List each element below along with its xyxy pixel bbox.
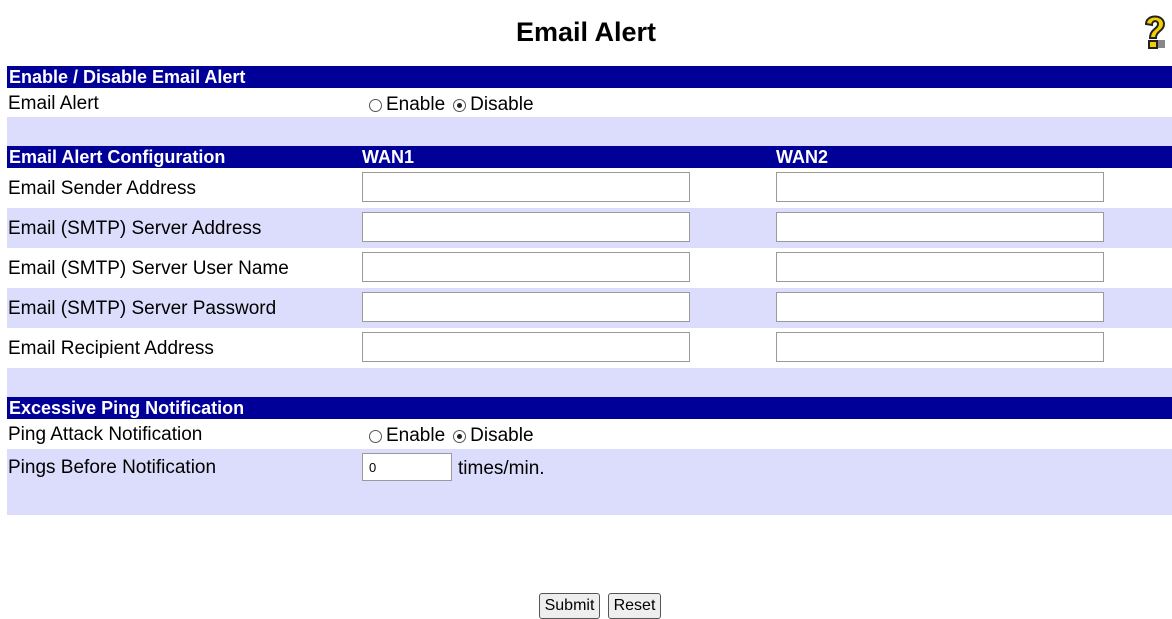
- ping-section-title: Excessive Ping Notification: [9, 398, 245, 418]
- email-alert-label: Email Alert: [8, 93, 99, 114]
- page-title: Email Alert: [515, 17, 657, 47]
- recipient-address-wan2-input[interactable]: [776, 332, 1104, 362]
- ping-attack-enable-radio[interactable]: [369, 429, 382, 443]
- config-row: Email Recipient Address: [7, 328, 1172, 368]
- enable-section-title: Enable / Disable Email Alert: [9, 67, 246, 87]
- config-row-label: Email (SMTP) Server User Name: [8, 258, 289, 279]
- config-section-title: Email Alert Configuration: [9, 147, 226, 167]
- config-row: Email (SMTP) Server Password: [7, 288, 1172, 328]
- help-icon[interactable]: [1138, 12, 1170, 56]
- submit-button[interactable]: Submit: [539, 593, 600, 619]
- ping-section-header: Excessive Ping Notification: [7, 397, 1172, 419]
- ping-attack-radio-group: Enable Disable: [369, 425, 542, 447]
- smtp-server-wan1-input[interactable]: [362, 212, 690, 242]
- sender-address-wan2-input[interactable]: [776, 172, 1104, 202]
- config-section-header: Email Alert Configuration WAN1 WAN2: [7, 146, 1172, 168]
- pings-unit-label: times/min.: [458, 458, 545, 479]
- config-row: Email (SMTP) Server User Name: [7, 248, 1172, 288]
- sender-address-wan1-input[interactable]: [362, 172, 690, 202]
- ping-attack-disable-label[interactable]: Disable: [470, 425, 533, 447]
- config-row-label: Email (SMTP) Server Address: [8, 218, 262, 239]
- email-alert-form: Enable / Disable Email Alert Email Alert…: [7, 66, 1172, 515]
- smtp-server-wan2-input[interactable]: [776, 212, 1104, 242]
- section-spacer: [7, 485, 1172, 515]
- enable-section-header: Enable / Disable Email Alert: [7, 66, 1172, 88]
- recipient-address-wan1-input[interactable]: [362, 332, 690, 362]
- smtp-password-wan2-input[interactable]: [776, 292, 1104, 322]
- email-alert-enable-label[interactable]: Enable: [386, 94, 445, 116]
- smtp-username-wan2-input[interactable]: [776, 252, 1104, 282]
- ping-attack-disable-radio[interactable]: [453, 429, 467, 443]
- pings-before-row: Pings Before Notification times/min.: [7, 449, 1172, 485]
- ping-attack-label: Ping Attack Notification: [8, 424, 203, 445]
- section-spacer: [7, 117, 1172, 146]
- wan1-column-header: WAN1: [362, 147, 415, 167]
- config-row-label: Email (SMTP) Server Password: [8, 298, 277, 319]
- email-alert-disable-label[interactable]: Disable: [470, 94, 533, 116]
- reset-button[interactable]: Reset: [608, 593, 661, 619]
- ping-attack-row: Ping Attack Notification Enable Disable: [7, 419, 1172, 449]
- email-alert-enable-radio[interactable]: [369, 98, 382, 112]
- smtp-username-wan1-input[interactable]: [362, 252, 690, 282]
- section-spacer: [7, 368, 1172, 397]
- config-row-label: Email Sender Address: [8, 178, 196, 199]
- pings-before-input[interactable]: [362, 453, 452, 481]
- config-row: Email (SMTP) Server Address: [7, 208, 1172, 248]
- email-alert-radio-group: Enable Disable: [369, 94, 542, 116]
- config-row: Email Sender Address: [7, 168, 1172, 208]
- ping-attack-enable-label[interactable]: Enable: [386, 425, 445, 447]
- wan2-column-header: WAN2: [776, 147, 829, 167]
- email-alert-disable-radio[interactable]: [453, 98, 467, 112]
- pings-before-label: Pings Before Notification: [8, 457, 217, 478]
- config-row-label: Email Recipient Address: [8, 338, 214, 359]
- email-alert-row: Email Alert Enable Disable: [7, 88, 1172, 117]
- smtp-password-wan1-input[interactable]: [362, 292, 690, 322]
